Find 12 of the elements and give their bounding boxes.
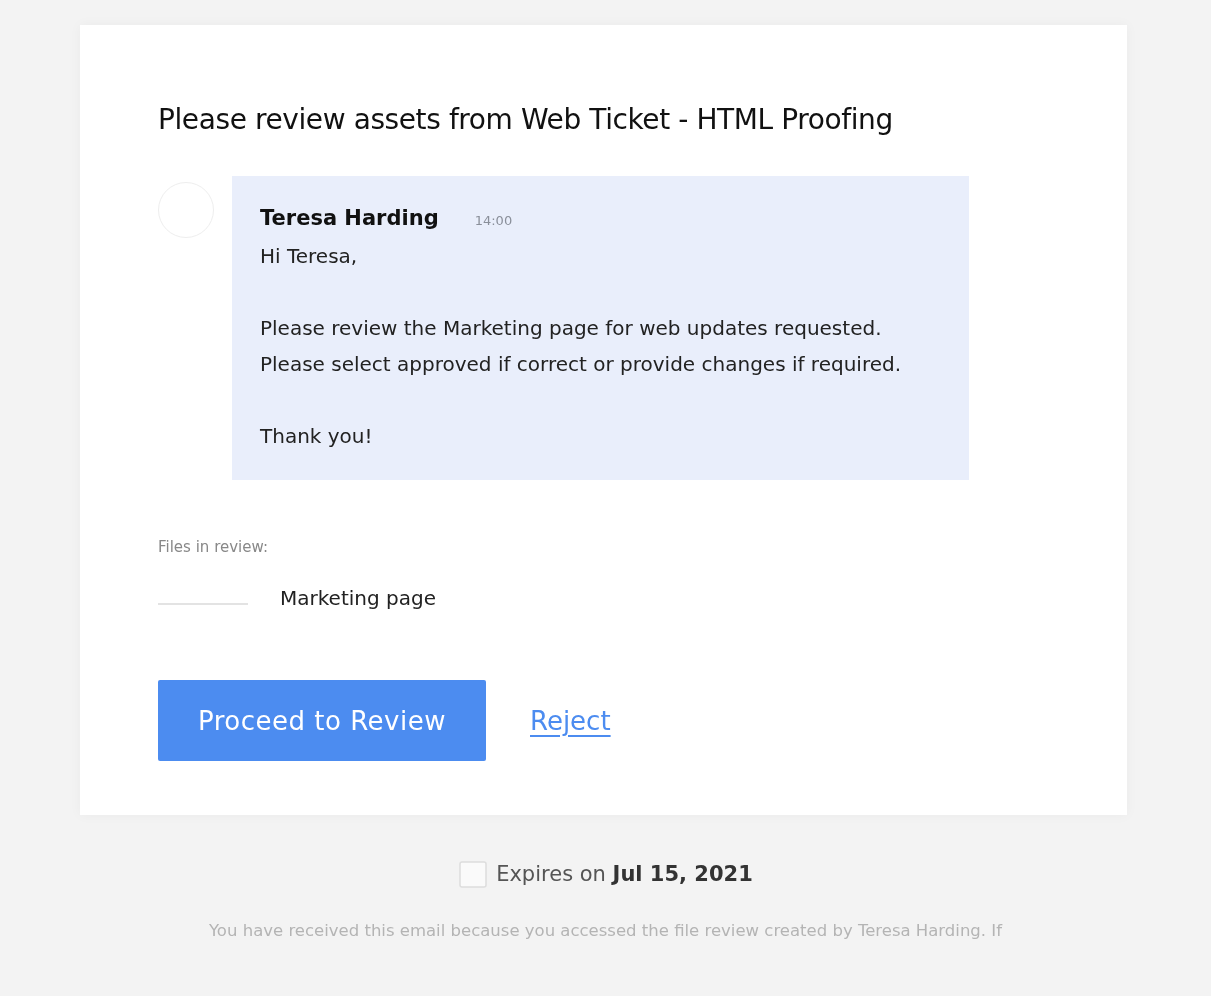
message-paragraph: Please review the Marketing page for web updates requested. Please select approved if correct or provide changes if required. <box>260 315 902 378</box>
greeting-text: Hi Teresa, <box>260 243 359 270</box>
email-title: Please review assets from Web Ticket - HTML Proofing <box>158 103 894 136</box>
reject-link[interactable]: Reject <box>530 705 611 736</box>
message-time: 14:00 <box>474 213 513 228</box>
footer-text: You have received this email because you accessed the file review created by Teresa Harding. If <box>208 921 1004 940</box>
sender-name: Teresa Harding <box>260 206 439 230</box>
file-name[interactable]: Marketing page <box>280 586 436 610</box>
expiry-text: Expires on Jul 15, 2021 <box>496 862 753 886</box>
message-paragraph: Thank you! <box>260 423 374 450</box>
proceed-button[interactable]: Proceed to Review <box>158 680 486 761</box>
files-label: Files in review: <box>158 538 269 556</box>
